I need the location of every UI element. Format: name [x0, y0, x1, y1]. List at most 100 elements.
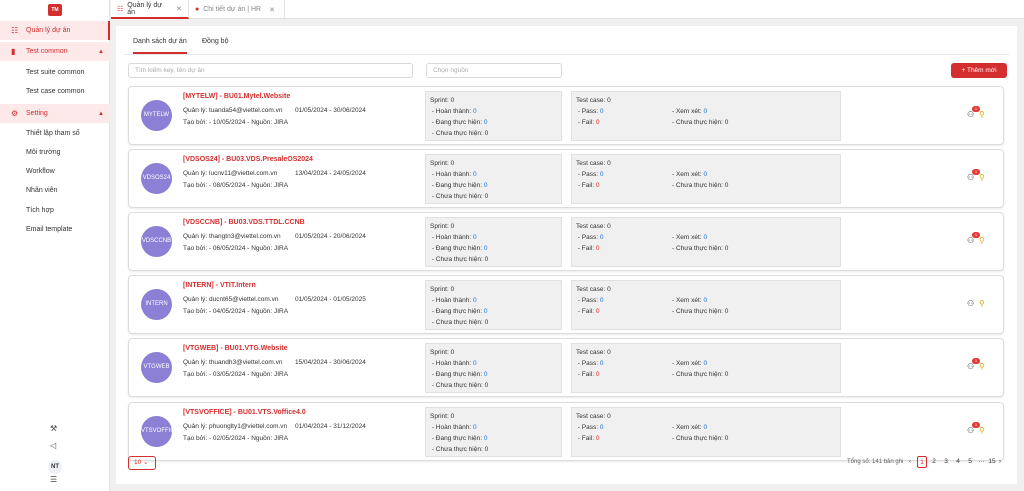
- plus-icon: +: [961, 67, 966, 74]
- project-card[interactable]: VTGWEB [VTGWEB] - BU01.VTG.Website Quản lý…: [128, 338, 1004, 397]
- sprint-doing: - Đang thực hiện: 0: [431, 119, 488, 126]
- search-input[interactable]: Tìm kiếm key, tên dự án: [128, 63, 413, 78]
- sprint-summary: Sprint: 0 - Hoàn thành: 0 - Đang thực hi…: [425, 407, 562, 457]
- sprint-todo: - Chưa thực hiện: 0: [431, 130, 489, 137]
- pagination-page[interactable]: 4: [953, 456, 963, 468]
- sidebar-subitem-workflow[interactable]: Workflow: [26, 168, 55, 175]
- next-page-icon[interactable]: ›: [995, 456, 1005, 468]
- sidebar-subitem-test-case-common[interactable]: Test case common: [26, 88, 84, 95]
- sidebar-item-test-common[interactable]: ▮ Test common ▲: [0, 42, 110, 61]
- paint-roller-icon[interactable]: ⚒: [50, 424, 57, 433]
- sidebar-item-label: Quản lý dự án: [26, 27, 71, 34]
- sidebar-item-label: Setting: [26, 110, 48, 117]
- project-title[interactable]: [VDSCCNB] - BU03.VDS.TTDL.CCNB: [183, 219, 305, 226]
- search-icon[interactable]: ⚲: [979, 110, 985, 119]
- pagination-ellipsis[interactable]: ···: [977, 456, 986, 468]
- card-actions: ⚇ 1 ⚲: [967, 358, 991, 374]
- project-card[interactable]: VDSOS24 [VDSOS24] - BU03.VDS.PresaleOS202…: [128, 149, 1004, 208]
- project-title[interactable]: [VTGWEB] - BU01.VTG.Website: [183, 345, 288, 352]
- close-icon[interactable]: ✕: [269, 6, 275, 14]
- testcase-todo: - Chưa thực hiện: 0: [672, 435, 729, 442]
- testcase-count: Test case: 0: [576, 349, 611, 356]
- project-card[interactable]: VDSCCNB [VDSCCNB] - BU03.VDS.TTDL.CCNB Quả…: [128, 212, 1004, 271]
- sprint-doing: - Đang thực hiện: 0: [431, 182, 488, 189]
- person-icon: ●: [195, 6, 200, 13]
- project-dates: 01/05/2024 - 20/06/2024: [295, 233, 366, 240]
- card-actions: ⚇ ⚲: [967, 299, 991, 311]
- testcase-pass-row: - Pass: 0- Xem xét: 0: [577, 234, 708, 241]
- gear-icon: ⚙: [11, 109, 19, 118]
- sprint-done: - Hoàn thành: 0: [431, 424, 477, 431]
- project-dates: 01/05/2024 - 30/06/2024: [295, 107, 366, 114]
- sidebar-subitem-environment[interactable]: Môi trường: [26, 149, 61, 156]
- project-dates: 13/04/2024 - 24/05/2024: [295, 170, 366, 177]
- project-title[interactable]: [MYTELW] - BU01.Mytel.Website: [183, 93, 290, 100]
- collapse-menu-icon[interactable]: ☰: [50, 475, 57, 484]
- app-logo[interactable]: TM: [48, 4, 62, 16]
- sidebar-subitem-email-template[interactable]: Email template: [26, 226, 72, 233]
- tab-project-detail[interactable]: ● Chi tiết dự án | HR ✕: [189, 0, 285, 19]
- testcase-count: Test case: 0: [576, 160, 611, 167]
- project-manager: Quản lý: lucnv11@viettel.com.vn: [183, 170, 278, 177]
- project-dates: 01/04/2024 - 31/12/2024: [295, 423, 366, 430]
- sprint-summary: Sprint: 0 - Hoàn thành: 0 - Đang thực hi…: [425, 91, 562, 141]
- sprint-summary: Sprint: 0 - Hoàn thành: 0 - Đang thực hi…: [425, 154, 562, 204]
- project-card[interactable]: VTSVOFFICE [VTSVOFFICE] - BU01.VTS.Voffic…: [128, 402, 1004, 461]
- sidebar-subitem-parameters[interactable]: Thiết lập tham số: [26, 130, 80, 137]
- source-select[interactable]: Chọn nguồn: [426, 63, 562, 78]
- page-size-select[interactable]: 10 ⌄: [128, 456, 156, 470]
- card-actions: ⚇ 1 ⚲: [967, 106, 991, 122]
- testcase-fail-row: - Fail: 0- Chưa thực hiện: 0: [577, 435, 729, 442]
- project-card[interactable]: MYTELW [MYTELW] - BU01.Mytel.Website Quản …: [128, 86, 1004, 145]
- add-button[interactable]: + Thêm mới: [951, 63, 1007, 78]
- chevron-up-icon: ▲: [98, 48, 104, 55]
- card-actions: ⚇ 1 ⚲: [967, 169, 991, 185]
- sprint-doing: - Đang thực hiện: 0: [431, 308, 488, 315]
- project-created: Tạo bởi: - 02/05/2024 - Nguồn: JIRA: [183, 435, 289, 442]
- project-avatar: VDSOS24: [141, 163, 172, 194]
- sprint-todo: - Chưa thực hiện: 0: [431, 382, 489, 389]
- search-icon[interactable]: ⚲: [979, 299, 985, 308]
- user-avatar[interactable]: NT: [48, 460, 62, 474]
- project-title[interactable]: [VTSVOFFICE] - BU01.VTS.Voffice4.0: [183, 409, 306, 416]
- project-card[interactable]: INTERN [INTERN] - VTIT.Intern Quản lý: duc…: [128, 275, 1004, 334]
- add-button-label: Thêm mới: [966, 67, 997, 74]
- members-icon[interactable]: ⚇: [967, 299, 974, 308]
- subtab-project-list[interactable]: Danh sách dự án: [133, 38, 187, 54]
- sidebar-item-project-management[interactable]: ☷ Quản lý dự án: [0, 21, 110, 40]
- prev-page-icon[interactable]: ‹: [905, 456, 915, 468]
- tab-bar: ☷ Quản lý dự án ✕ ● Chi tiết dự án | HR …: [111, 0, 1024, 19]
- project-title[interactable]: [VDSOS24] - BU03.VDS.PresaleOS2024: [183, 156, 313, 163]
- testcase-count: Test case: 0: [576, 413, 611, 420]
- project-dates: 15/04/2024 - 30/06/2024: [295, 359, 366, 366]
- sidebar-item-setting[interactable]: ⚙ Setting ▲: [0, 104, 110, 123]
- subtab-sync[interactable]: Đồng bộ: [202, 38, 228, 45]
- project-manager: Quản lý: thuandh3@viettel.com.vn: [183, 359, 283, 366]
- close-icon[interactable]: ✕: [176, 5, 182, 13]
- sprint-count: Sprint: 0: [430, 413, 455, 420]
- testcase-pass-row: - Pass: 0- Xem xét: 0: [577, 108, 708, 115]
- testcase-todo: - Chưa thực hiện: 0: [672, 182, 729, 189]
- project-created: Tạo bởi: - 06/05/2024 - Nguồn: JIRA: [183, 245, 289, 252]
- tab-project-management[interactable]: ☷ Quản lý dự án ✕: [111, 0, 189, 19]
- sprint-count: Sprint: 0: [430, 160, 455, 167]
- sprint-doing: - Đang thực hiện: 0: [431, 371, 488, 378]
- megaphone-icon[interactable]: ◁: [50, 441, 56, 450]
- testcase-fail-row: - Fail: 0- Chưa thực hiện: 0: [577, 245, 729, 252]
- pagination-page[interactable]: 3: [941, 456, 951, 468]
- pagination-page[interactable]: 1: [917, 456, 927, 468]
- testcase-summary: Test case: 0 - Pass: 0- Xem xét: 0 - Fai…: [571, 280, 841, 330]
- sidebar-subitem-test-suite-common[interactable]: Test suite common: [26, 69, 84, 76]
- search-icon[interactable]: ⚲: [979, 426, 985, 435]
- testcase-review: - Xem xét: 0: [672, 108, 708, 115]
- sidebar-subitem-employees[interactable]: Nhân viên: [26, 187, 58, 194]
- pagination-page[interactable]: 2: [929, 456, 939, 468]
- search-icon[interactable]: ⚲: [979, 173, 985, 182]
- search-icon[interactable]: ⚲: [979, 236, 985, 245]
- sidebar-subitem-integration[interactable]: Tích hợp: [26, 207, 54, 214]
- project-title[interactable]: [INTERN] - VTIT.Intern: [183, 282, 256, 289]
- book-icon: ▮: [11, 47, 16, 56]
- sprint-done: - Hoàn thành: 0: [431, 297, 477, 304]
- search-icon[interactable]: ⚲: [979, 362, 985, 371]
- pagination-page[interactable]: 5: [965, 456, 975, 468]
